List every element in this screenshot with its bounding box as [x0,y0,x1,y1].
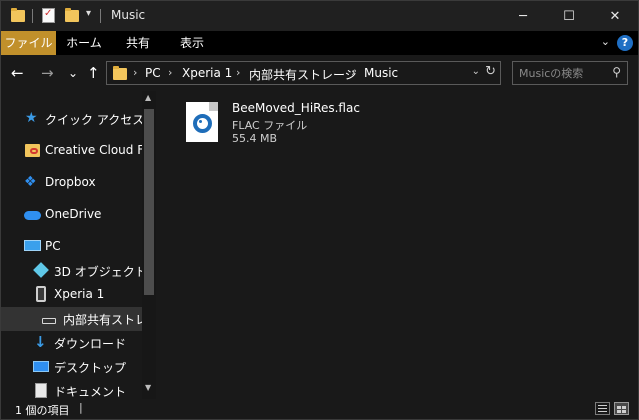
breadcrumb-separator: › [236,66,241,79]
scroll-down-icon[interactable]: ▼ [145,383,151,392]
navigation-bar: ← → ⌄ ↑ › PC › Xperia 1 › 内部共有ストレージ › Mu… [1,55,638,91]
nav-item-3d-objects[interactable]: 3D オブジェクト [1,259,147,283]
nav-item-onedrive[interactable]: OneDrive [1,203,143,227]
search-icon[interactable]: ⚲ [612,65,621,79]
title-separator [100,9,101,23]
file-type: FLAC ファイル [232,119,308,132]
scroll-thumb[interactable] [144,109,154,295]
status-divider: | [79,401,83,414]
file-size: 55.4 MB [232,132,278,145]
properties-icon[interactable] [42,8,55,23]
navigation-pane: ★ クイック アクセス Creative Cloud Files ❖ Dropb… [1,91,156,399]
address-folder-icon [113,66,127,80]
tab-view[interactable]: 表示 [168,31,216,55]
address-dropdown-icon[interactable]: ⌄ [472,66,480,77]
audio-file-icon [186,102,218,142]
nav-item-xperia[interactable]: Xperia 1 [1,283,143,307]
up-button[interactable]: ↑ [87,63,100,83]
breadcrumb-xperia[interactable]: Xperia 1 [182,66,232,80]
scroll-up-icon[interactable]: ▲ [145,93,151,102]
title-bar: ▾ Music ─ ☐ ✕ [1,1,638,31]
search-input[interactable] [519,65,605,81]
nav-item-documents[interactable]: ドキュメント [1,379,143,399]
nav-item-pc[interactable]: PC [1,235,143,259]
ribbon-tabs: ファイル ホーム 共有 表示 ⌄ ? [1,31,638,55]
desktop-icon [33,361,49,372]
nav-pane-scrollbar[interactable]: ▲ ▼ [142,91,156,399]
title-separator [32,9,33,23]
dropbox-icon: ❖ [24,174,37,190]
item-count: 1 個の項目 [15,404,70,417]
close-button[interactable]: ✕ [592,1,638,31]
breadcrumb-pc[interactable]: PC [145,66,161,80]
explorer-window: ▾ Music ─ ☐ ✕ ファイル ホーム 共有 表示 ⌄ ? ← → ⌄ ↑… [0,0,639,420]
details-view-button[interactable] [595,402,610,415]
breadcrumb-internal-storage[interactable]: 内部共有ストレージ [249,66,357,83]
nav-item-creative-cloud[interactable]: Creative Cloud Files [1,139,156,163]
download-icon: ↓ [34,333,47,351]
file-list: BeeMoved_HiRes.flac FLAC ファイル 55.4 MB [161,91,638,399]
creative-cloud-folder-icon [25,144,40,157]
breadcrumb-separator: › [168,66,173,79]
star-icon: ★ [25,110,38,126]
address-bar[interactable]: › PC › Xperia 1 › 内部共有ストレージ › Music ⌄ ↻ [106,61,501,85]
tab-share[interactable]: 共有 [114,31,162,55]
customize-quick-access-icon[interactable]: ▾ [86,8,91,19]
cloud-icon [24,211,41,220]
recent-locations-button[interactable]: ⌄ [68,63,78,83]
file-name: BeeMoved_HiRes.flac [232,101,360,115]
nav-item-downloads[interactable]: ↓ ダウンロード [1,331,143,355]
nav-item-dropbox[interactable]: ❖ Dropbox [1,171,143,195]
drive-icon [42,318,56,324]
forward-button[interactable]: → [41,63,54,83]
tab-file[interactable]: ファイル [1,31,56,55]
expand-ribbon-chevron-icon[interactable]: ⌄ [601,35,610,48]
computer-icon [24,240,41,251]
tab-home[interactable]: ホーム [59,31,109,55]
back-button[interactable]: ← [11,63,24,83]
nav-item-internal-storage[interactable]: 内部共有ストレージ [1,307,156,331]
window-title: Music [111,8,146,22]
large-icons-view-button[interactable] [614,402,629,415]
phone-icon [36,286,46,302]
file-item[interactable]: BeeMoved_HiRes.flac FLAC ファイル 55.4 MB [183,98,373,148]
breadcrumb-music[interactable]: Music [364,66,398,80]
refresh-icon[interactable]: ↻ [485,64,496,79]
minimize-button[interactable]: ─ [500,1,546,31]
cube-icon [33,262,49,278]
status-bar: 1 個の項目 | [1,399,638,419]
maximize-button[interactable]: ☐ [546,1,592,31]
breadcrumb-separator: › [351,66,356,79]
search-box[interactable]: ⚲ [512,61,628,85]
document-icon [35,383,47,398]
nav-item-desktop[interactable]: デスクトップ [1,355,143,379]
help-icon[interactable]: ? [617,35,633,51]
breadcrumb-separator: › [133,66,138,79]
nav-item-quick-access[interactable]: ★ クイック アクセス [1,107,144,131]
